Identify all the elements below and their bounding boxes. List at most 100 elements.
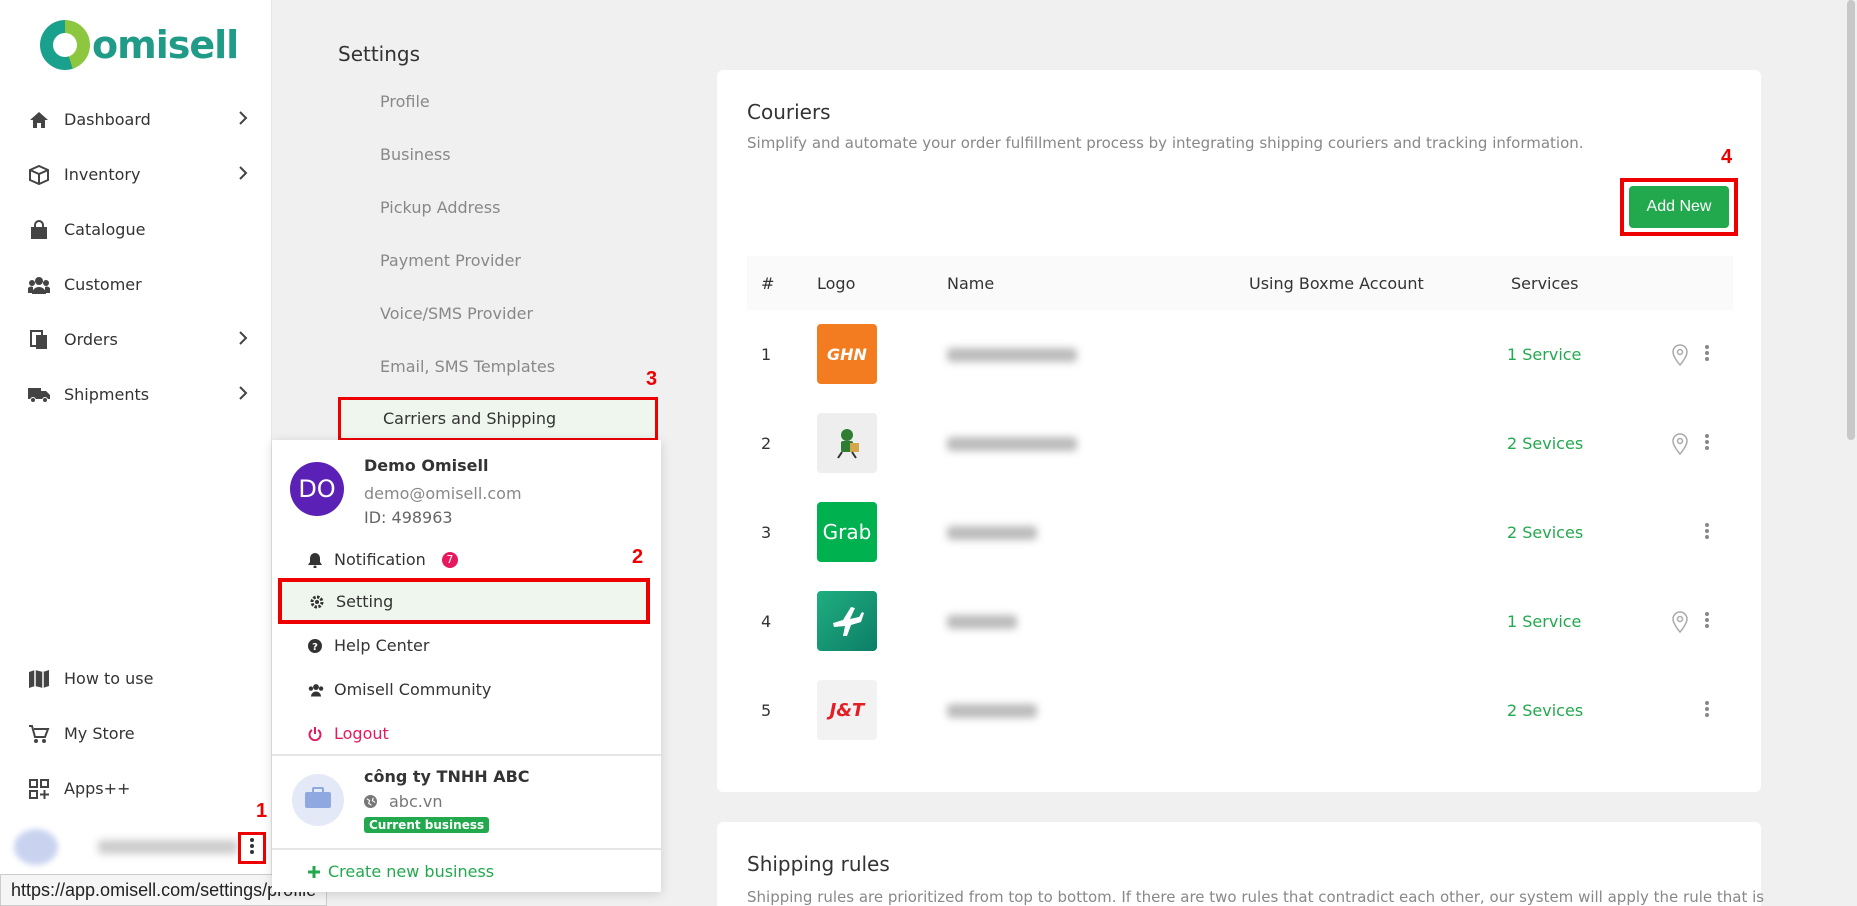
annotation-4: 4 <box>1721 146 1733 168</box>
location-pin-icon[interactable] <box>1671 611 1689 637</box>
chevron-right-icon <box>238 110 248 130</box>
current-business-badge: Current business <box>364 817 490 833</box>
sidebar-item-apps[interactable]: Apps++ <box>0 761 272 816</box>
settings-item-carriers-shipping[interactable]: Carriers and Shipping <box>338 397 658 441</box>
chevron-right-icon <box>238 385 248 405</box>
kebab-menu-icon[interactable] <box>1705 344 1709 366</box>
logout-label: Logout <box>334 724 389 743</box>
settings-item-payment-provider[interactable]: Payment Provider <box>338 234 658 287</box>
settings-item-business[interactable]: Business <box>338 128 658 181</box>
location-pin-icon[interactable] <box>1671 433 1689 459</box>
sidebar-item-my-store[interactable]: My Store <box>0 706 272 761</box>
sidebar-item-orders[interactable]: Orders <box>0 312 272 367</box>
notification-label: Notification <box>334 550 426 569</box>
sidebar-item-label: My Store <box>64 724 135 743</box>
courier-name-blurred <box>947 437 1077 451</box>
briefcase-icon <box>304 787 332 813</box>
settings-item-pickup-address[interactable]: Pickup Address <box>338 181 658 234</box>
kebab-menu-icon[interactable] <box>1705 433 1709 455</box>
services-link[interactable]: 1 Service <box>1507 345 1581 364</box>
sidebar-item-catalogue[interactable]: Catalogue <box>0 202 272 257</box>
sidebar-item-dashboard[interactable]: Dashboard <box>0 92 272 147</box>
table-row[interactable]: 1 GHN 1 Service <box>747 310 1733 399</box>
courier-logo-text: Grab <box>822 520 872 544</box>
couriers-card: Couriers Simplify and automate your orde… <box>717 70 1761 792</box>
col-name: Name <box>947 274 995 293</box>
omisell-logo[interactable]: omisell <box>40 20 239 70</box>
help-center-item[interactable]: ? Help Center <box>308 636 429 655</box>
create-business-label: Create new business <box>328 862 495 881</box>
table-row[interactable]: 3 Grab 2 Sevices <box>747 488 1733 577</box>
row-index: 4 <box>761 612 772 631</box>
services-link[interactable]: 2 Sevices <box>1507 434 1583 453</box>
kebab-menu-icon[interactable] <box>1705 611 1709 633</box>
notification-count-badge: 7 <box>441 551 458 568</box>
page-scrollbar[interactable] <box>1845 0 1857 906</box>
gear-icon <box>310 595 326 609</box>
bottom-nav: How to use My Store Apps++ <box>0 651 272 816</box>
col-logo: Logo <box>817 274 856 293</box>
courier-name-blurred <box>947 348 1077 362</box>
location-pin-icon[interactable] <box>1671 344 1689 370</box>
add-new-button[interactable]: Add New <box>1629 186 1729 228</box>
setting-item[interactable]: Setting <box>310 592 393 611</box>
services-link[interactable]: 2 Sevices <box>1507 523 1583 542</box>
current-user-row[interactable] <box>0 822 272 872</box>
sidebar-item-inventory[interactable]: Inventory <box>0 147 272 202</box>
settings-item-profile[interactable]: Profile <box>338 75 658 128</box>
courier-name-blurred <box>947 704 1037 718</box>
omisell-logo-mark <box>40 20 90 70</box>
sidebar-item-label: Orders <box>64 330 118 349</box>
business-domain: abc.vn <box>364 792 442 811</box>
services-link[interactable]: 1 Service <box>1507 612 1581 631</box>
cart-icon <box>28 723 50 745</box>
services-link[interactable]: 2 Sevices <box>1507 701 1583 720</box>
truck-icon <box>28 384 50 406</box>
couriers-subtitle: Simplify and automate your order fulfill… <box>747 134 1584 152</box>
user-menu-button[interactable] <box>238 832 266 864</box>
globe-icon <box>364 795 377 808</box>
kebab-menu-icon[interactable] <box>1705 700 1709 722</box>
col-boxme-account: Using Boxme Account <box>1249 274 1424 293</box>
table-row[interactable]: 5 J&T 2 Sevices <box>747 666 1733 755</box>
row-index: 5 <box>761 701 772 720</box>
settings-item-email-sms-templates[interactable]: Email, SMS Templates <box>338 340 658 393</box>
logout-item[interactable]: Logout <box>308 724 389 743</box>
kebab-menu-icon[interactable] <box>1705 522 1709 544</box>
help-center-label: Help Center <box>334 636 430 655</box>
user-id: ID: 498963 <box>364 508 453 527</box>
courier-name-blurred <box>947 526 1037 540</box>
sidebar-item-shipments[interactable]: Shipments <box>0 367 272 422</box>
shipping-rules-title: Shipping rules <box>747 852 890 876</box>
annotation-2: 2 <box>632 546 644 568</box>
apps-icon <box>28 778 50 800</box>
bell-icon <box>308 552 324 568</box>
col-services: Services <box>1511 274 1579 293</box>
table-row[interactable]: 2 2 Sevices <box>747 399 1733 488</box>
add-new-highlight: Add New <box>1620 178 1738 236</box>
annotation-3: 3 <box>646 368 658 390</box>
sidebar-item-label: Customer <box>64 275 142 294</box>
community-item[interactable]: Omisell Community <box>308 680 491 699</box>
power-icon <box>308 726 324 741</box>
sidebar-item-customer[interactable]: Customer <box>0 257 272 312</box>
couriers-table-header: # Logo Name Using Boxme Account Services <box>747 256 1733 310</box>
courier-logo-grab: Grab <box>817 502 877 562</box>
courier-logo-airplane <box>817 591 877 651</box>
avatar <box>14 829 58 865</box>
business-domain-text: abc.vn <box>389 792 443 811</box>
notification-item[interactable]: Notification 7 <box>308 550 458 569</box>
sidebar-item-how-to-use[interactable]: How to use <box>0 651 272 706</box>
divider <box>272 848 661 850</box>
box-icon <box>28 164 50 186</box>
user-name-blurred <box>98 840 238 854</box>
shipping-rules-card: Shipping rules Shipping rules are priori… <box>717 822 1764 906</box>
user-email: demo@omisell.com <box>364 484 522 503</box>
sidebar-item-label: Shipments <box>64 385 150 404</box>
users-icon <box>28 274 50 296</box>
table-row[interactable]: 4 1 Service <box>747 577 1733 666</box>
create-business-link[interactable]: Create new business <box>308 862 494 881</box>
scrollbar-thumb[interactable] <box>1847 0 1855 440</box>
settings-item-voice-sms-provider[interactable]: Voice/SMS Provider <box>338 287 658 340</box>
user-name: Demo Omisell <box>364 456 489 475</box>
